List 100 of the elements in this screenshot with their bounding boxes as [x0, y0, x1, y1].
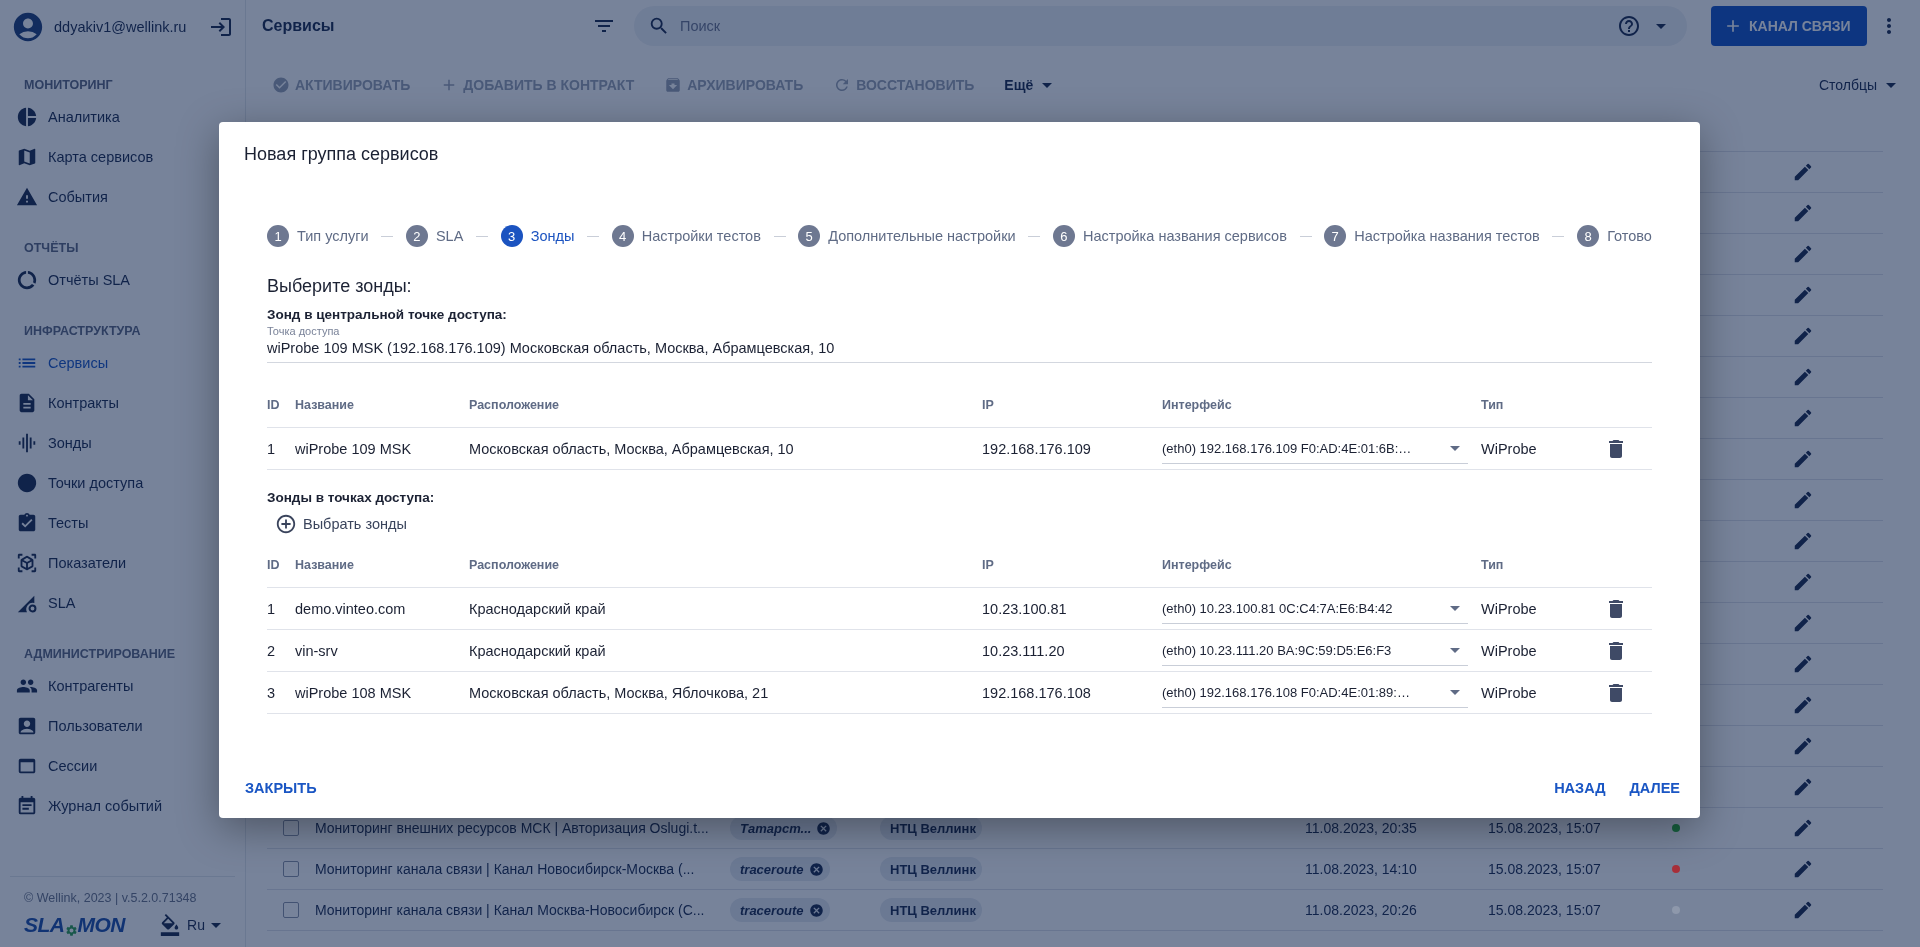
- back-button[interactable]: НАЗАД: [1554, 780, 1606, 796]
- table-cell-text: 1: [267, 440, 277, 457]
- edit-icon[interactable]: [1792, 530, 1814, 552]
- updated-date: 15.08.2023, 15:07: [1488, 820, 1602, 836]
- table-cell-text: Краснодарский край: [469, 600, 607, 617]
- sidebar-item[interactable]: События: [0, 177, 245, 217]
- warning-icon: [16, 186, 38, 208]
- tag-chip: Татарст...: [730, 816, 838, 840]
- columns-button[interactable]: Столбцы: [1818, 77, 1896, 93]
- edit-icon[interactable]: [1792, 817, 1814, 839]
- edit-icon[interactable]: [1792, 571, 1814, 593]
- step[interactable]: 8 Готово: [1577, 225, 1652, 247]
- step[interactable]: 6 Настройка названия сервисов: [1052, 225, 1287, 247]
- clipboard-check-icon: [16, 512, 38, 534]
- sidebar-item[interactable]: Отчёты SLA: [0, 260, 245, 300]
- edit-icon[interactable]: [1792, 448, 1814, 470]
- step[interactable]: 7 Настройка названия тестов: [1324, 225, 1540, 247]
- edit-icon[interactable]: [1792, 694, 1814, 716]
- help-icon[interactable]: [1617, 14, 1641, 38]
- paint-bucket-icon: [159, 914, 182, 936]
- table-cell-text: Московская область, Москва, Абрамцевская, 10: [469, 440, 795, 457]
- sidebar-item[interactable]: Журнал событий: [0, 786, 245, 826]
- sidebar-item[interactable]: Сервисы: [0, 343, 245, 383]
- step-number: 4: [611, 225, 634, 247]
- sidebar-item[interactable]: Точки доступа: [0, 463, 245, 503]
- cube-icon: [16, 552, 38, 574]
- edit-icon[interactable]: [1792, 776, 1814, 798]
- table-cell-text: demo.vinteo.com: [295, 600, 407, 617]
- sidebar-item[interactable]: SLA: [0, 583, 245, 623]
- interface-select[interactable]: (eth0) 192.168.176.109 F0:AD:4E:01:6B:…: [1162, 433, 1468, 464]
- table-cell-text: WiProbe: [1481, 642, 1538, 659]
- interface-select[interactable]: (eth0) 192.168.176.108 F0:AD:4E:01:89:…: [1162, 677, 1468, 708]
- close-button[interactable]: ЗАКРЫТЬ: [245, 780, 317, 796]
- step-number: 7: [1324, 225, 1347, 247]
- remove-icon[interactable]: [816, 820, 832, 836]
- interface-select[interactable]: (eth0) 10.23.100.81 0C:C4:7A:E6:B4:42: [1162, 593, 1468, 624]
- caret-icon: [1450, 445, 1460, 451]
- edit-icon[interactable]: [1792, 612, 1814, 634]
- checkbox[interactable]: [283, 861, 299, 877]
- table-cell-text: Краснодарский край: [469, 642, 607, 659]
- edit-icon[interactable]: [1792, 366, 1814, 388]
- sidebar-item[interactable]: Пользователи: [0, 706, 245, 746]
- remove-icon[interactable]: [808, 861, 824, 877]
- edit-icon[interactable]: [1792, 325, 1814, 347]
- section-title: АДМИНИСТРИРОВАНИЕ: [23, 646, 177, 661]
- step[interactable]: 4 Настройки тестов: [611, 225, 761, 247]
- organization-chip: НТЦ Веллинк: [880, 816, 982, 840]
- sidebar-item[interactable]: Показатели: [0, 543, 245, 583]
- step-number: 6: [1052, 225, 1075, 247]
- edit-icon[interactable]: [1792, 407, 1814, 429]
- sidebar-item[interactable]: Контрагенты: [0, 666, 245, 706]
- section-title: ИНФРАСТРУКТУРА: [23, 323, 142, 338]
- column-header: Интерфейс: [1162, 398, 1233, 412]
- table-cell-text: 10.23.100.81: [982, 600, 1068, 617]
- edit-icon[interactable]: [1792, 284, 1814, 306]
- search-bar[interactable]: Поиск: [634, 6, 1687, 46]
- edit-icon[interactable]: [1792, 202, 1814, 224]
- language-selector[interactable]: Ru: [159, 914, 221, 936]
- sidebar-item[interactable]: Тесты: [0, 503, 245, 543]
- remove-icon[interactable]: [808, 902, 824, 918]
- more-menu-button[interactable]: Ещё: [1004, 77, 1053, 93]
- edit-icon[interactable]: [1792, 858, 1814, 880]
- add-channel-button[interactable]: КАНАЛ СВЯЗИ: [1711, 6, 1867, 46]
- step[interactable]: 1 Тип услуги: [267, 225, 369, 247]
- edit-icon[interactable]: [1792, 653, 1814, 675]
- table-cell-text: Московская область, Москва, Яблочкова, 21: [469, 684, 770, 701]
- column-header: ID: [267, 398, 281, 412]
- service-name: Мониторинг канала связи | Канал Москва-Новосибирск (С...: [315, 902, 706, 918]
- organization-chip: НТЦ Веллинк: [880, 857, 982, 881]
- section-title: МОНИТОРИНГ: [23, 77, 114, 92]
- search-field[interactable]: Поиск: [678, 17, 1609, 35]
- pie-chart-icon: [16, 106, 38, 128]
- select-probes-button[interactable]: Выбрать зонды: [275, 513, 407, 535]
- sidebar-item[interactable]: Зонды: [0, 423, 245, 463]
- table-cell-text: WiProbe: [1481, 440, 1538, 457]
- edit-icon[interactable]: [1792, 489, 1814, 511]
- sidebar-item[interactable]: Карта сервисов: [0, 137, 245, 177]
- table-cell-text: 2: [267, 642, 277, 659]
- circle-icon: [16, 472, 38, 494]
- edit-icon[interactable]: [1792, 243, 1814, 265]
- person-card-icon: [16, 715, 38, 737]
- checkbox[interactable]: [283, 902, 299, 918]
- edit-icon[interactable]: [1792, 899, 1814, 921]
- archive-icon: [664, 76, 683, 94]
- map-icon: [16, 146, 38, 168]
- section-title: ОТЧЁТЫ: [23, 240, 80, 255]
- step[interactable]: 2 SLA: [405, 225, 464, 247]
- checkbox[interactable]: [283, 820, 299, 836]
- sidebar-item[interactable]: Сессии: [0, 746, 245, 786]
- table-cell-text: WiProbe: [1481, 684, 1538, 701]
- step[interactable]: 5 Дополнительные настройки: [798, 225, 1016, 247]
- logout-icon[interactable]: [209, 15, 233, 39]
- next-button[interactable]: ДАЛЕЕ: [1629, 780, 1680, 796]
- sidebar-item[interactable]: Контракты: [0, 383, 245, 423]
- edit-icon[interactable]: [1792, 735, 1814, 757]
- caret-icon: [1450, 647, 1460, 653]
- edit-icon[interactable]: [1792, 161, 1814, 183]
- sidebar-item[interactable]: Аналитика: [0, 97, 245, 137]
- step[interactable]: 3 Зонды: [500, 225, 575, 247]
- interface-select[interactable]: (eth0) 10.23.111.20 BA:9C:59:D5:E6:F3: [1162, 635, 1468, 666]
